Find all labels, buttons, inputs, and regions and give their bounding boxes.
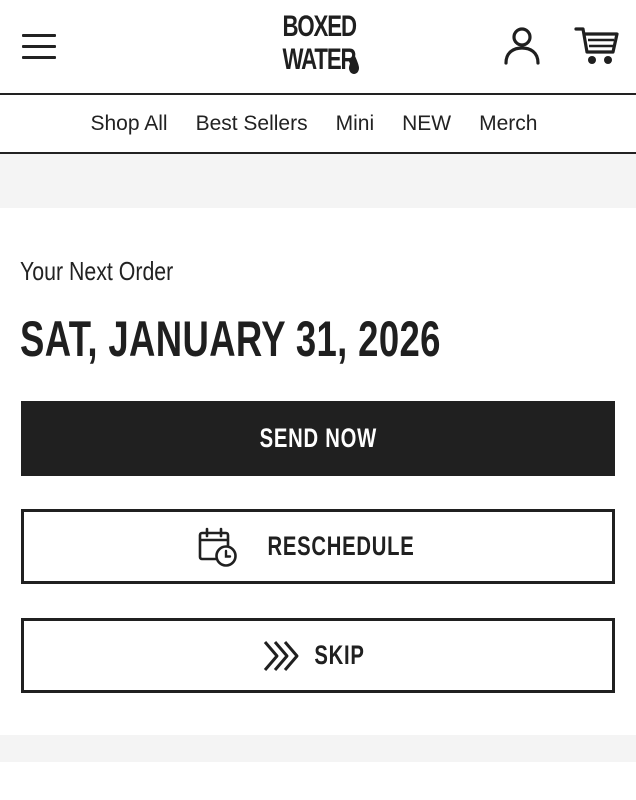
calendar-clock-icon [198,527,237,567]
user-account-icon[interactable] [500,24,544,68]
nav-best-sellers[interactable]: Best Sellers [196,112,308,136]
water-drop-icon [349,54,359,74]
boxed-water-logo[interactable]: BOXED WATER [270,10,366,86]
site-header: BOXED WATER [0,0,636,95]
next-order-date: SAT, JANUARY 31, 2026 [20,311,441,367]
nav-new[interactable]: NEW [402,112,451,136]
main-nav: Shop All Best Sellers Mini NEW Merch [0,95,636,154]
logo-text-line2: WATER [282,43,356,76]
send-now-button[interactable]: SEND NOW [21,401,615,476]
nav-mini[interactable]: Mini [336,112,375,136]
shopping-cart-icon[interactable] [573,24,621,68]
section-divider-top [0,154,636,208]
reschedule-button[interactable]: RESCHEDULE [21,509,615,584]
nav-merch[interactable]: Merch [479,112,537,136]
hamburger-menu-icon[interactable] [20,30,58,62]
next-order-label: Your Next Order [20,256,174,286]
nav-shop-all[interactable]: Shop All [91,112,168,136]
skip-label: SKIP [314,640,366,670]
send-now-label: SEND NOW [259,423,377,453]
logo-text-line1: BOXED [282,10,357,43]
section-divider-bottom [0,735,636,762]
reschedule-label: RESCHEDULE [267,531,415,561]
triple-chevron-right-icon [264,640,299,671]
skip-button[interactable]: SKIP [21,618,615,693]
